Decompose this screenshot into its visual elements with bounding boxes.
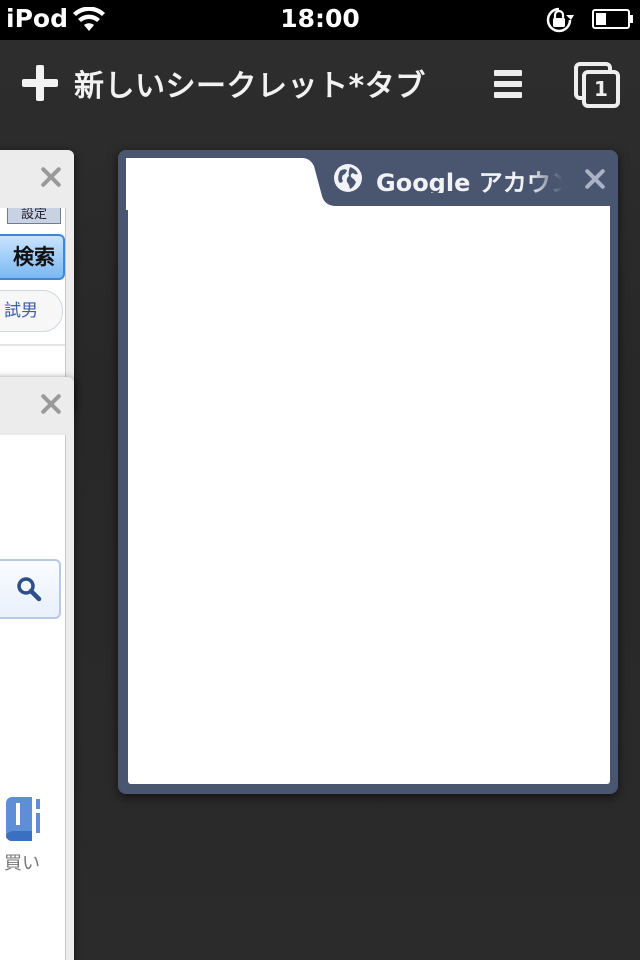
book-icon	[6, 797, 40, 841]
screen: iPod 18:00 新しいシークレット*タブ 1 設定 検索 試男 買い Go…	[0, 0, 640, 960]
magnifier-icon	[17, 577, 42, 602]
tabs-switcher-icon[interactable]: 1	[570, 60, 622, 108]
tab-preview	[128, 210, 610, 784]
rotation-lock-icon	[546, 7, 574, 33]
search-button: 検索	[0, 234, 65, 280]
status-bar: iPod 18:00	[0, 0, 640, 40]
plus-icon	[20, 63, 60, 103]
globe-icon	[334, 164, 362, 192]
background-tab-card[interactable]: 設定 検索 試男	[0, 150, 74, 410]
divider	[0, 344, 65, 346]
close-icon[interactable]	[582, 166, 608, 192]
title-fade	[530, 162, 566, 196]
suggestion-pill: 試男	[0, 290, 63, 332]
new-tab-label: 新しいシークレット*タブ	[74, 69, 426, 104]
toolbar: 新しいシークレット*タブ 1	[0, 40, 640, 128]
new-incognito-tab-button[interactable]: 新しいシークレット*タブ	[20, 58, 426, 108]
settings-link: 設定	[7, 208, 61, 224]
background-tab-card[interactable]: 買い	[0, 377, 74, 960]
tab-count: 1	[582, 70, 620, 108]
active-tab-card[interactable]: Google アカウント	[118, 150, 618, 794]
menu-icon[interactable]	[488, 66, 528, 102]
tab-preview: 買い	[0, 435, 66, 960]
search-box	[0, 559, 61, 619]
close-icon[interactable]	[38, 164, 64, 190]
battery-icon	[592, 9, 633, 29]
shopping-label: 買い	[4, 853, 40, 874]
close-icon[interactable]	[38, 391, 64, 417]
